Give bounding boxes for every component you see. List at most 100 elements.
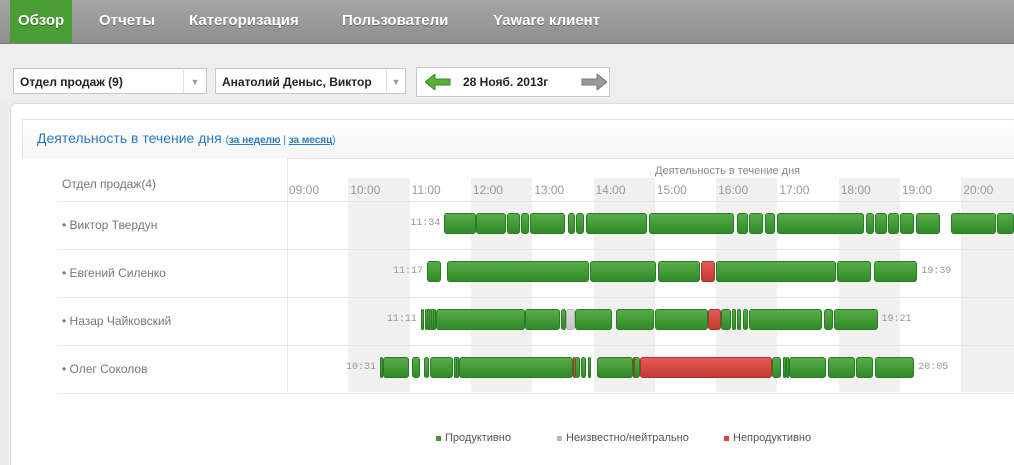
productive-segment[interactable] xyxy=(748,309,823,330)
productive-segment[interactable] xyxy=(836,261,872,282)
productive-segment[interactable] xyxy=(458,357,574,378)
productive-segment[interactable] xyxy=(732,309,736,330)
department-select[interactable]: Отдел продаж (9) ▼ xyxy=(13,68,207,94)
activity-end-time: 19:39 xyxy=(921,266,952,277)
link-separator: | xyxy=(283,135,286,146)
productive-segment[interactable] xyxy=(520,213,530,234)
productive-segment[interactable] xyxy=(856,357,874,378)
productive-segment[interactable] xyxy=(581,357,587,378)
productive-segment[interactable] xyxy=(916,213,940,234)
productive-segment[interactable] xyxy=(875,357,915,378)
productive-segment[interactable] xyxy=(742,309,748,330)
productive-segment[interactable] xyxy=(772,357,782,378)
productive-segment[interactable] xyxy=(748,213,764,234)
row-separator xyxy=(58,297,1014,298)
employee-name[interactable]: • Назар Чайковский xyxy=(62,314,171,328)
employee-name[interactable]: • Виктор Твердун xyxy=(62,218,157,232)
productive-segment[interactable] xyxy=(444,213,476,234)
productive-segment[interactable] xyxy=(828,357,856,378)
productive-segment[interactable] xyxy=(788,357,827,378)
hour-tick-label: 14:00 xyxy=(595,183,626,197)
productive-segment[interactable] xyxy=(576,213,585,234)
chart-title: Деятельность в течение дня xyxy=(655,165,801,177)
employee-name[interactable]: • Евгений Силенко xyxy=(62,266,166,280)
productive-segment[interactable] xyxy=(736,309,741,330)
productive-segment[interactable] xyxy=(588,357,592,378)
employee-name[interactable]: • Олег Соколов xyxy=(62,362,147,376)
productive-segment[interactable] xyxy=(596,357,634,378)
productive-segment[interactable] xyxy=(567,213,576,234)
activity-start-time: 11:34 xyxy=(410,218,441,229)
productive-segment[interactable] xyxy=(866,213,875,234)
productive-segment[interactable] xyxy=(874,261,918,282)
productive-segment[interactable] xyxy=(997,213,1014,234)
productive-segment[interactable] xyxy=(648,213,735,234)
productive-segment[interactable] xyxy=(575,357,581,378)
productive-segment[interactable] xyxy=(654,309,708,330)
productive-segment[interactable] xyxy=(447,261,590,282)
productive-segment[interactable] xyxy=(875,213,887,234)
productive-segment[interactable] xyxy=(590,261,656,282)
productive-segment[interactable] xyxy=(530,213,565,234)
row-separator xyxy=(58,393,1014,394)
productive-segment[interactable] xyxy=(575,309,612,330)
productive-segment[interactable] xyxy=(420,309,424,330)
hour-tick-label: 20:00 xyxy=(963,183,994,197)
activity-start-time: 10:31 xyxy=(345,362,376,373)
productive-segment[interactable] xyxy=(476,213,506,234)
row-separator xyxy=(58,201,1014,202)
prev-date-arrow-icon[interactable] xyxy=(425,74,451,90)
hour-tick-label: 16:00 xyxy=(718,183,749,197)
productive-segment[interactable] xyxy=(887,213,899,234)
activity-start-time: 11:17 xyxy=(392,266,423,277)
chevron-down-icon[interactable]: ▼ xyxy=(183,69,206,93)
productive-segment[interactable] xyxy=(721,309,732,330)
tab-users[interactable]: Пользователи xyxy=(342,0,448,43)
neutral-dot-icon xyxy=(557,435,562,441)
productive-segment[interactable] xyxy=(615,309,654,330)
productive-segment[interactable] xyxy=(777,213,865,234)
productive-segment[interactable] xyxy=(736,213,748,234)
section-header: Деятельность в течение дня (за неделю | … xyxy=(22,119,1014,158)
productive-segment[interactable] xyxy=(716,261,836,282)
activity-end-time: 20:05 xyxy=(918,362,949,373)
users-select[interactable]: Анатолий Деныс, Виктор ▼ xyxy=(215,68,406,94)
productive-dot-icon xyxy=(436,435,441,441)
tab-overview[interactable]: Обзор xyxy=(10,0,73,43)
hour-tick-label: 13:00 xyxy=(534,183,565,197)
tab-yaware-client[interactable]: Yaware клиент xyxy=(493,0,600,43)
productive-segment[interactable] xyxy=(506,213,520,234)
productive-segment[interactable] xyxy=(824,309,833,330)
unproductive-segment[interactable] xyxy=(640,357,773,378)
hour-tick-label: 17:00 xyxy=(779,183,810,197)
hour-tick-label: 09:00 xyxy=(289,183,320,197)
productive-segment[interactable] xyxy=(423,357,429,378)
unproductive-segment[interactable] xyxy=(707,309,722,330)
next-date-arrow-icon[interactable] xyxy=(581,74,607,90)
productive-segment[interactable] xyxy=(411,357,420,378)
hour-tick-label: 10:00 xyxy=(350,183,381,197)
productive-segment[interactable] xyxy=(900,213,915,234)
productive-segment[interactable] xyxy=(525,309,560,330)
chevron-down-icon[interactable]: ▼ xyxy=(386,69,405,93)
legend-unproductive: Непродуктивно xyxy=(724,432,811,444)
productive-segment[interactable] xyxy=(426,261,442,282)
productive-segment[interactable] xyxy=(436,309,526,330)
row-separator xyxy=(58,249,1014,250)
productive-segment[interactable] xyxy=(951,213,997,234)
productive-segment[interactable] xyxy=(765,213,776,234)
productive-segment[interactable] xyxy=(383,357,409,378)
link-month[interactable]: за месяц xyxy=(289,135,333,146)
productive-segment[interactable] xyxy=(586,213,647,234)
productive-segment[interactable] xyxy=(833,309,878,330)
neutral-segment[interactable] xyxy=(565,309,576,330)
hour-tick-label: 12:00 xyxy=(472,183,503,197)
link-week[interactable]: за неделю xyxy=(229,135,281,146)
unproductive-segment[interactable] xyxy=(700,261,716,282)
productive-segment[interactable] xyxy=(430,357,453,378)
tab-categorization[interactable]: Категоризация xyxy=(189,0,299,43)
legend-neutral: Неизвестно/нейтрально xyxy=(557,432,689,444)
unproductive-dot-icon xyxy=(724,435,729,441)
tab-reports[interactable]: Отчеты xyxy=(99,0,155,43)
productive-segment[interactable] xyxy=(657,261,700,282)
